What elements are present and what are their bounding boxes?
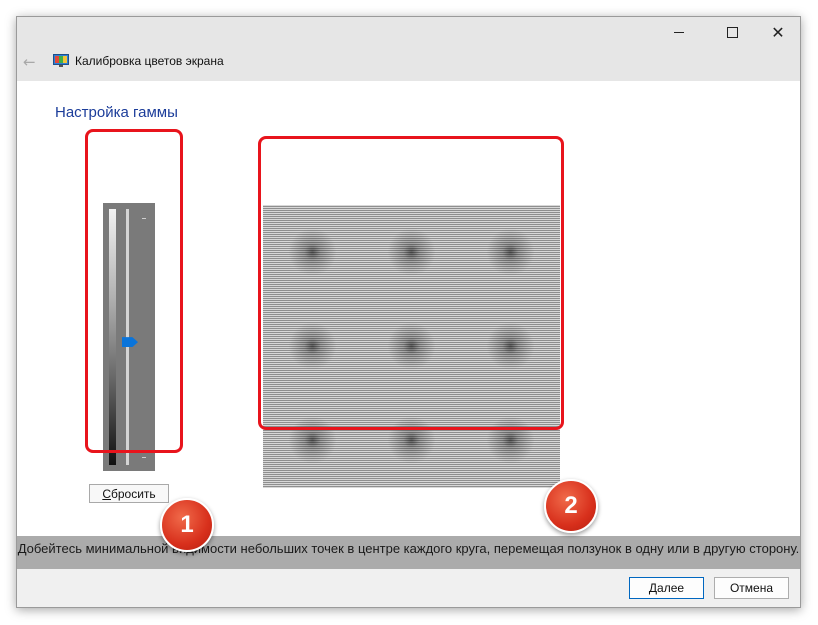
instruction-bar: Добейтесь минимальной видимости небольши…	[17, 536, 800, 569]
maximize-icon	[726, 27, 738, 38]
marker-badge-2: 2	[544, 479, 598, 533]
page-title: Настройка гаммы	[55, 104, 178, 121]
cancel-button[interactable]: Отмена	[714, 577, 789, 599]
maximize-button[interactable]	[709, 17, 755, 48]
instruction-text: Добейтесь минимальной видимости небольши…	[17, 541, 800, 556]
close-icon: ✕	[771, 23, 785, 42]
marker-badge-1: 1	[160, 498, 214, 552]
minimize-button[interactable]	[656, 17, 702, 48]
next-button-mnemonic: Д	[648, 581, 658, 595]
close-button[interactable]: ✕	[755, 17, 800, 48]
back-arrow-icon[interactable]: ←	[23, 53, 43, 71]
minimize-icon	[674, 32, 684, 33]
pattern-highlight-box	[258, 136, 564, 430]
title-bar: ✕ ← Калибровка цветов экрана	[17, 17, 800, 81]
calibration-window: ✕ ← Калибровка цветов экрана Настройка г…	[16, 16, 801, 608]
reset-button[interactable]: Сбросить	[89, 484, 169, 503]
slider-tick-bottom	[142, 457, 146, 458]
next-button[interactable]: Далее	[629, 577, 704, 599]
window-title: Калибровка цветов экрана	[75, 54, 224, 68]
slider-highlight-box	[85, 129, 183, 453]
monitor-color-icon	[53, 54, 69, 67]
footer-bar: Далее Отмена	[17, 569, 800, 607]
reset-button-mnemonic: С	[102, 487, 111, 501]
next-button-label: алее	[657, 581, 685, 595]
reset-button-label: бросить	[111, 487, 156, 501]
